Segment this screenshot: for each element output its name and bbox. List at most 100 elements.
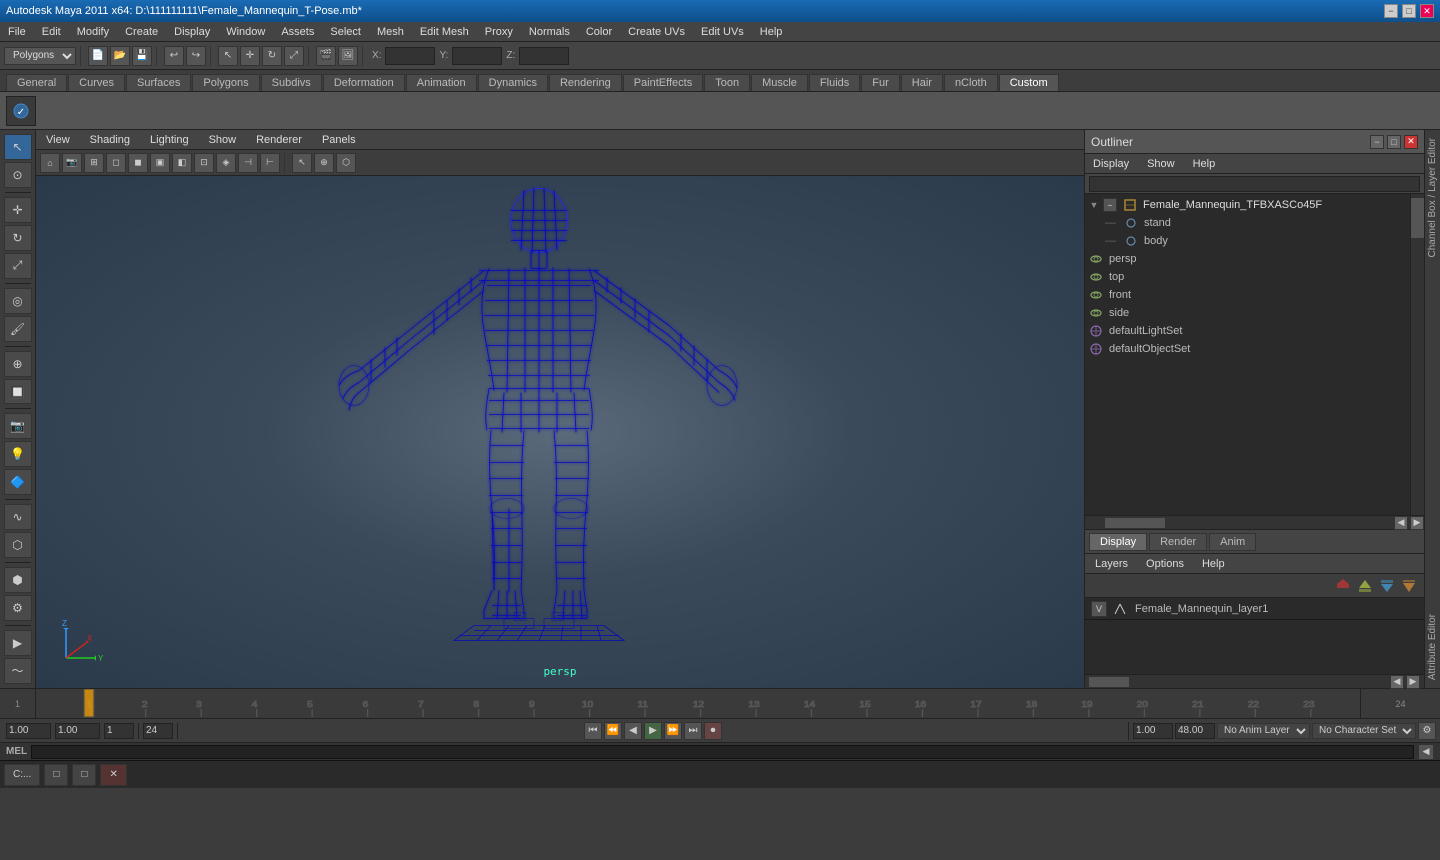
current-time-input2[interactable] [55,723,100,739]
panels-menu[interactable]: Panels [318,132,360,148]
outliner-minimize-btn[interactable]: − [1370,135,1384,149]
menu-normals[interactable]: Normals [525,24,574,40]
anim-layer-dropdown[interactable]: No Anim Layer [1217,723,1310,739]
record-btn[interactable]: ⏺ [704,722,722,740]
rotate-tool[interactable]: ↻ [262,46,282,66]
vp-grid-btn[interactable]: ⊞ [84,153,104,173]
layer-add-icon[interactable] [1334,577,1352,595]
menu-modify[interactable]: Modify [73,24,113,40]
menu-edit[interactable]: Edit [38,24,65,40]
show-manip-button[interactable]: ⊕ [4,351,32,377]
shelf-tab-subdivs[interactable]: Subdivs [261,74,322,91]
outliner-item-side[interactable]: side [1085,304,1410,322]
menu-assets[interactable]: Assets [277,24,318,40]
current-time-input[interactable] [6,723,51,739]
shelf-tab-hair[interactable]: Hair [901,74,943,91]
scale-button[interactable]: ⤢ [4,253,32,279]
shelf-tab-dynamics[interactable]: Dynamics [478,74,548,91]
goto-end-btn[interactable]: ⏭ [684,722,702,740]
outliner-item-front[interactable]: front [1085,286,1410,304]
taskbar-max-btn[interactable]: □ [72,764,96,786]
outliner-display-menu[interactable]: Display [1089,156,1133,172]
deform-button[interactable]: ⬢ [4,567,32,593]
vp-isolate-btn[interactable]: ◈ [216,153,236,173]
shelf-icon-home[interactable]: ✓ [6,96,36,126]
scale-tool[interactable]: ⤢ [284,46,304,66]
menu-file[interactable]: File [4,24,30,40]
shelf-tab-muscle[interactable]: Muscle [751,74,808,91]
range-end-input2[interactable] [1175,723,1215,739]
outliner-item-stand[interactable]: — stand [1085,214,1410,232]
layer-move-down-icon[interactable] [1378,577,1396,595]
mel-output-btn[interactable]: ◀ [1418,744,1434,760]
skeleton-button[interactable]: ⚙ [4,595,32,621]
shelf-tab-rendering[interactable]: Rendering [549,74,622,91]
scroll-right-btn[interactable]: ▶ [1410,516,1424,530]
outliner-search-input[interactable] [1089,176,1420,192]
paint-button[interactable]: 🖌 [4,316,32,342]
shelf-tab-animation[interactable]: Animation [406,74,477,91]
menu-mesh[interactable]: Mesh [373,24,408,40]
new-scene-button[interactable]: 📄 [88,46,108,66]
menu-display[interactable]: Display [170,24,214,40]
surface-button[interactable]: ⬡ [4,532,32,558]
timeline-ruler[interactable]: 1 2 3 4 5 6 7 8 9 10 11 12 13 14 15 16 1… [36,689,1360,718]
outliner-item-body[interactable]: — body [1085,232,1410,250]
outliner-scrollbar-v[interactable] [1410,194,1424,515]
menu-createuvs[interactable]: Create UVs [624,24,689,40]
outliner-scrollbar-h[interactable]: ◀ ▶ [1085,515,1424,529]
outliner-close-btn[interactable]: ✕ [1404,135,1418,149]
view-menu[interactable]: View [42,132,74,148]
vp-smooth-btn[interactable]: ◼ [128,153,148,173]
vp-select-btn[interactable]: ↖ [292,153,312,173]
undo-button[interactable]: ↩ [164,46,184,66]
move-button[interactable]: ✛ [4,197,32,223]
layer-delete-icon[interactable] [1400,577,1418,595]
outliner-item-defaultobjectset[interactable]: defaultObjectSet [1085,340,1410,358]
light-button[interactable]: 💡 [4,441,32,467]
z-input[interactable] [519,47,569,65]
x-input[interactable] [385,47,435,65]
snap-button[interactable]: 🔲 [4,379,32,405]
select-tool[interactable]: ↖ [218,46,238,66]
outliner-show-menu[interactable]: Show [1143,156,1179,172]
layer-visibility-btn[interactable]: V [1091,601,1107,617]
open-scene-button[interactable]: 📂 [110,46,130,66]
layers-menu[interactable]: Layers [1091,556,1132,572]
layer-row-mannequin[interactable]: V Female_Mannequin_layer1 [1085,598,1424,620]
goto-start-btn[interactable]: ⏮ [584,722,602,740]
character-set-dropdown[interactable]: No Character Set [1312,723,1416,739]
outliner-item-defaultlightset[interactable]: defaultLightSet [1085,322,1410,340]
step-forward-btn[interactable]: ⏩ [664,722,682,740]
render-button-left[interactable]: ▶ [4,630,32,656]
range-end-input[interactable] [143,723,173,739]
vp-shadow-btn[interactable]: ◧ [172,153,192,173]
layer-scroll-left-btn[interactable]: ◀ [1390,675,1404,689]
shelf-tab-painteffects[interactable]: PaintEffects [623,74,704,91]
help-menu[interactable]: Help [1198,556,1229,572]
vp-wireframe-btn[interactable]: ◻ [106,153,126,173]
ipr-render-button[interactable]: 🖼 [338,46,358,66]
vp-home-btn[interactable]: ⌂ [40,153,60,173]
play-forward-btn[interactable]: ▶ [644,722,662,740]
vp-prev-btn[interactable]: ⊣ [238,153,258,173]
mode-dropdown[interactable]: Polygons [4,47,76,65]
frame-input[interactable] [104,723,134,739]
menu-select[interactable]: Select [326,24,365,40]
soft-select-button[interactable]: ◎ [4,288,32,314]
lasso-button[interactable]: ⊙ [4,162,32,188]
shelf-tab-toon[interactable]: Toon [704,74,750,91]
menu-edituvs[interactable]: Edit UVs [697,24,748,40]
shelf-tab-fluids[interactable]: Fluids [809,74,860,91]
outliner-item-persp[interactable]: persp [1085,250,1410,268]
outliner-item-mannequin[interactable]: ▼ − Female_Mannequin_TFBXASCo45F [1085,196,1410,214]
mesh-button[interactable]: 🔷 [4,469,32,495]
taskbar-close-taskbar-btn[interactable]: ✕ [100,764,126,786]
options-menu[interactable]: Options [1142,556,1188,572]
renderer-menu[interactable]: Renderer [252,132,306,148]
shelf-tab-ncloth[interactable]: nCloth [944,74,998,91]
curve-button[interactable]: ∿ [4,504,32,530]
layer-move-up-icon[interactable] [1356,577,1374,595]
layer-tab-render[interactable]: Render [1149,533,1207,551]
menu-color[interactable]: Color [582,24,616,40]
